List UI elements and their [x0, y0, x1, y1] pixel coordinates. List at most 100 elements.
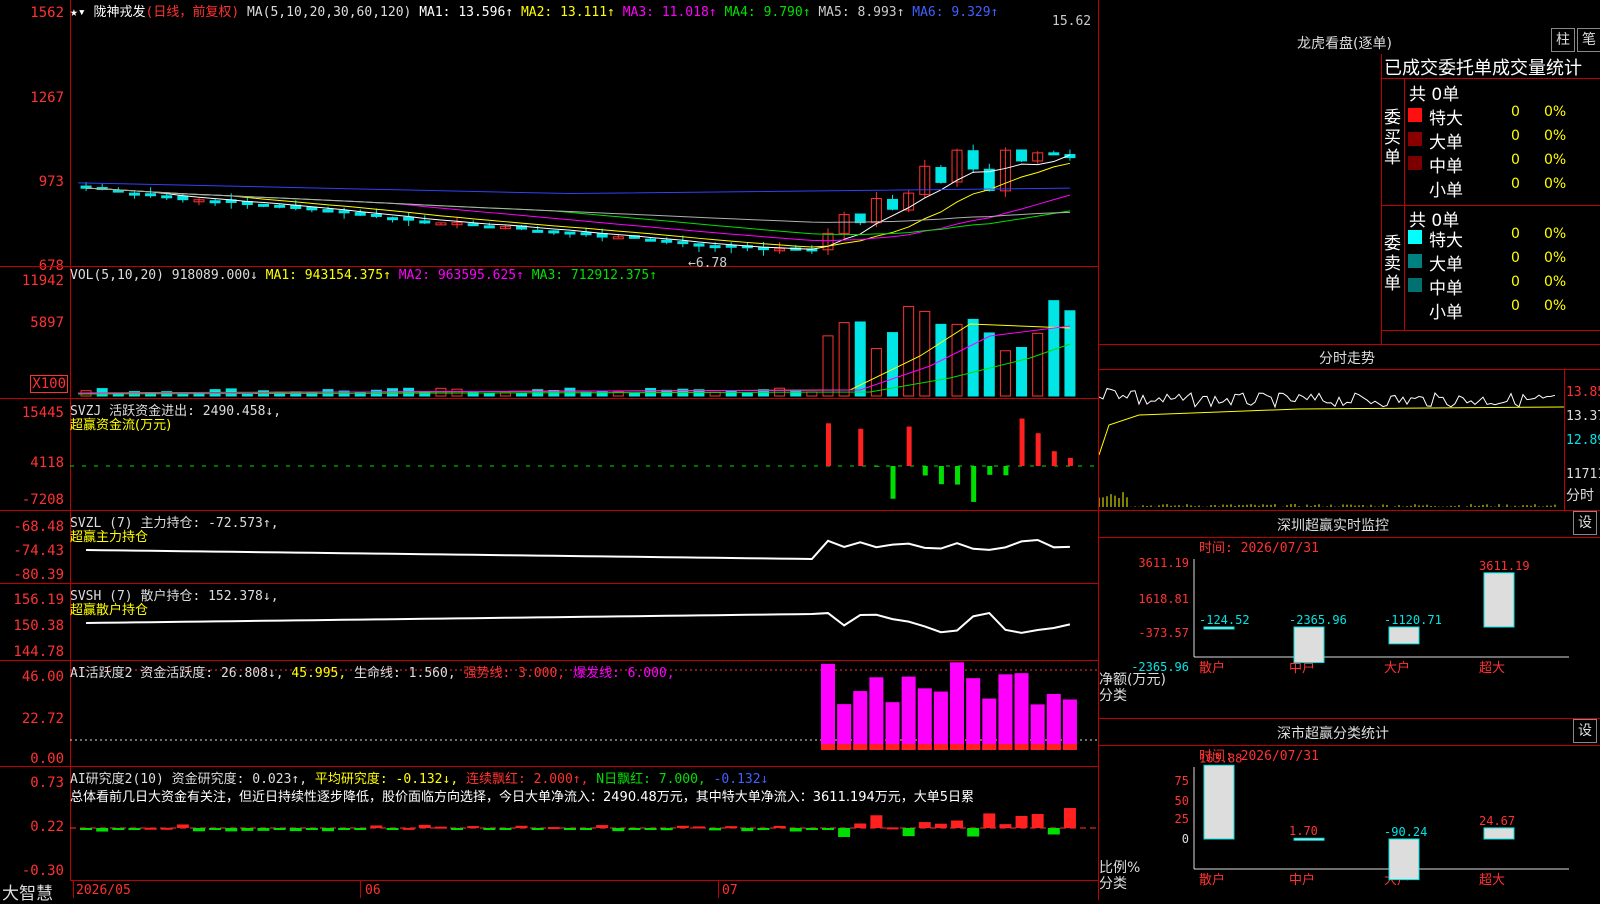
- ai1-base: [902, 744, 916, 750]
- ai1-bar: [902, 677, 916, 750]
- svzj-bar: [955, 466, 960, 485]
- candle: [388, 218, 398, 220]
- svzl-pane[interactable]: SVZL (7) 主力持仓: -72.573↑, 超赢主力持仓: [70, 510, 1098, 584]
- svsh-pane[interactable]: SVSH (7) 散户持仓: 152.378↓, 超赢散户持仓: [70, 583, 1098, 661]
- row-percent: 0%: [1544, 298, 1566, 314]
- vol-label: VOL(5,10,20): [70, 268, 164, 283]
- chart-value: -124.52: [1199, 613, 1250, 627]
- volume-pane[interactable]: VOL(5,10,20) 918089.000↓ MA1: 943154.375…: [70, 266, 1098, 399]
- svzl-tick: -74.43: [13, 543, 64, 559]
- volume-bar: [97, 389, 107, 396]
- ai1-tick: 0.00: [30, 751, 64, 767]
- svzj-bar: [939, 466, 944, 484]
- ai1-v5: 爆发线: 6.000,: [573, 666, 675, 681]
- stock-name: 陇神戎发: [93, 5, 145, 20]
- ma6-value: MA6: 9.329↑: [912, 5, 998, 20]
- ai2-bar: [596, 825, 608, 828]
- ma5-value: MA5: 8.993↑: [818, 5, 904, 20]
- row-swatch: [1408, 302, 1422, 316]
- period-label[interactable]: (日线，前复权): [146, 5, 240, 20]
- ai2-bar: [935, 824, 947, 828]
- ai1-base: [998, 744, 1012, 750]
- ai2-bar: [854, 823, 866, 828]
- ai1-tick: 22.72: [22, 711, 64, 727]
- fenshi-price-line: [1099, 388, 1555, 407]
- fenshi-tick: 13.85: [1566, 385, 1600, 400]
- ai2-axis: 0.73 0.22 -0.30: [0, 766, 71, 881]
- chart-bar: [1389, 627, 1419, 644]
- ai1-bar: [950, 662, 964, 750]
- ai2-bar: [693, 826, 705, 828]
- ai1-base: [869, 744, 883, 750]
- chart-category: 散户: [1199, 872, 1225, 888]
- svzj-pane[interactable]: SVZJ 活跃资金进出: 2490.458↓, 超赢资金流(万元): [70, 398, 1098, 511]
- price-axis: 1562 1267 973 678: [0, 0, 71, 266]
- ai2-bar: [209, 828, 221, 830]
- candle: [678, 242, 688, 244]
- chart-category: 大户: [1384, 660, 1410, 676]
- ai2-bar: [757, 828, 769, 830]
- row-count: 0: [1511, 226, 1520, 242]
- ai2-pane[interactable]: AI研究度2(10) 资金研究度: 0.023↑, 平均研究度: -0.132↓…: [70, 766, 1098, 881]
- ai2-bar: [580, 828, 592, 830]
- svzj-tick: 4118: [30, 455, 64, 471]
- sz-stats-panel: 深市超赢分类统计 设 时间: 2026/07/31 7550250散户中户大户超…: [1099, 719, 1600, 900]
- row-name: 特大: [1429, 104, 1463, 129]
- chart-value: 163.88: [1199, 751, 1242, 765]
- date-tick: 06: [365, 883, 381, 898]
- candle: [646, 239, 656, 241]
- chart-category: 散户: [1199, 660, 1225, 676]
- row-swatch: [1408, 278, 1422, 292]
- ai1-bar: [1063, 700, 1077, 750]
- bar-mode-button[interactable]: 柱: [1551, 28, 1575, 52]
- volume-bar: [968, 319, 978, 396]
- row-percent: 0%: [1544, 274, 1566, 290]
- ai2-bar: [564, 828, 576, 830]
- ai2-tick: -0.30: [22, 863, 64, 879]
- ai1-base: [918, 744, 932, 750]
- ai2-bar: [774, 826, 786, 828]
- row-name: 大单: [1429, 128, 1463, 153]
- price-pane[interactable]: ★▾ 陇神戎发(日线，前复权) MA(5,10,20,30,60,120) MA…: [70, 0, 1098, 267]
- candle: [162, 196, 172, 198]
- brand-label: 大智慧: [2, 879, 53, 904]
- svzj-bar: [907, 427, 912, 466]
- price-tick: 973: [39, 174, 64, 190]
- row-count: 0: [1511, 128, 1520, 144]
- ai2-bar: [983, 813, 995, 828]
- candle: [710, 246, 720, 248]
- volume-bar: [484, 393, 494, 396]
- buy-total: 共 0单: [1409, 80, 1459, 105]
- tick-mode-button[interactable]: 笔: [1577, 28, 1600, 52]
- fenshi-tick: 分时: [1566, 485, 1594, 505]
- ai2-comment: 总体看前几日大资金有关注，但近日持续性逐步降低，股价面临方向选择，今日大单净流入…: [70, 786, 1096, 805]
- svzj-bar: [971, 466, 976, 502]
- ma2-line: [86, 163, 1070, 247]
- volume-bar: [565, 388, 575, 396]
- volume-bar: [468, 392, 478, 396]
- ai2-bar: [806, 828, 818, 830]
- fenshi-tick: 11711: [1566, 467, 1600, 482]
- ai2-bar: [225, 828, 237, 831]
- ai2-bar: [241, 828, 253, 831]
- candle: [662, 240, 672, 242]
- ai2-bar: [709, 828, 721, 830]
- ai1-v2: 45.995,: [291, 666, 346, 681]
- volume-bar: [436, 388, 446, 396]
- candle: [420, 221, 430, 223]
- chart-bar: [1484, 573, 1514, 627]
- ai1-pane[interactable]: AI活跃度2 资金活跃度: 26.808↓, 45.995, 生命线: 1.56…: [70, 660, 1098, 767]
- ai1-base: [821, 744, 835, 750]
- ai2-bar: [516, 826, 528, 828]
- sell-label: 委卖单: [1384, 234, 1402, 294]
- ai2-bar: [306, 828, 318, 830]
- candle: [533, 230, 543, 232]
- star-icon[interactable]: ★▾: [70, 5, 86, 20]
- svzj-bar: [923, 466, 928, 475]
- candle: [936, 168, 946, 183]
- fenshi-panel[interactable]: 分时走势 13.85 13.37 12.89 11711 分时: [1099, 345, 1600, 510]
- candle: [404, 217, 414, 220]
- chart-value: 3611.19: [1479, 559, 1530, 573]
- ai2-bar: [822, 828, 834, 830]
- ai2-bar: [290, 828, 302, 831]
